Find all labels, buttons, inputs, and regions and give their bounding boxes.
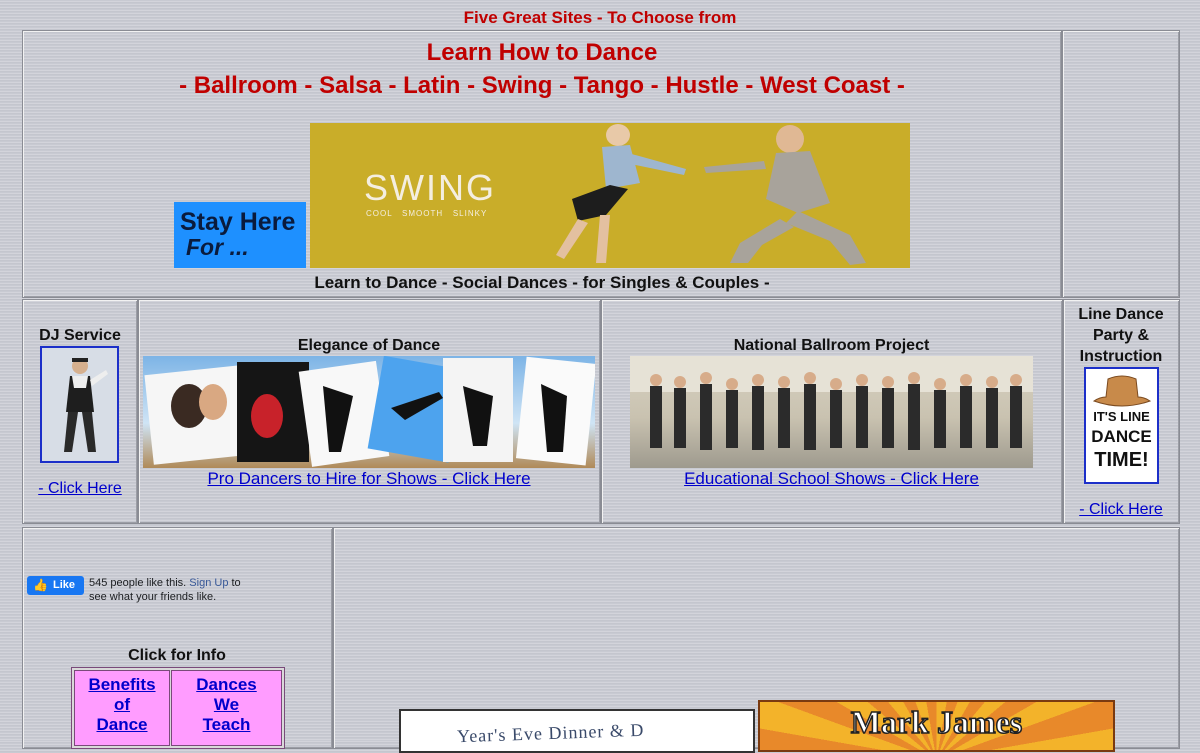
info-heading: Click for Info	[128, 647, 226, 664]
info-box-dances[interactable]: Dances We Teach	[171, 670, 282, 746]
dj-click-here-link[interactable]: - Click Here	[22, 480, 138, 498]
thumbs-up-icon: 👍	[33, 578, 48, 592]
benefits-link-line1[interactable]: Benefits	[75, 675, 169, 695]
national-title: National Ballroom Project	[733, 337, 930, 354]
stay-here-image[interactable]: Stay Here For ...	[174, 202, 306, 268]
new-years-eve-text: Year's Eve Dinner & D	[456, 719, 645, 747]
new-years-eve-image[interactable]: Year's Eve Dinner & D	[399, 709, 755, 753]
stay-here-line2: For ...	[186, 234, 249, 260]
line-dance-title-line1: Line Dance	[1078, 306, 1164, 323]
line-dance-sign-line3: TIME!	[1094, 449, 1149, 471]
benefits-link-line2[interactable]: of	[75, 695, 169, 715]
line-dance-sign-line1: IT'S LINE	[1093, 409, 1150, 424]
facebook-like-button[interactable]: 👍 Like	[27, 576, 84, 595]
national-group-photo[interactable]	[630, 356, 1033, 468]
line-dance-click-here-link[interactable]: - Click Here	[1063, 501, 1179, 519]
elegance-pro-dancers-link[interactable]: Pro Dancers to Hire for Shows - Click He…	[138, 469, 600, 489]
info-box-benefits[interactable]: Benefits of Dance	[74, 670, 170, 746]
hero-styles-line: - Ballroom - Salsa - Latin - Swing - Tan…	[179, 72, 905, 99]
facebook-signup-link[interactable]: Sign Up	[189, 577, 228, 589]
mark-james-text: Mark James	[850, 703, 1023, 741]
dances-link-line1[interactable]: Dances	[172, 675, 281, 695]
mark-james-image[interactable]: Mark James	[758, 700, 1115, 752]
dances-link-line2[interactable]: We	[172, 695, 281, 715]
dj-photo[interactable]	[40, 346, 119, 463]
national-school-shows-link[interactable]: Educational School Shows - Click Here	[601, 469, 1062, 489]
hero-subtitle: Learn to Dance - Social Dances - for Sin…	[314, 273, 770, 292]
dances-link-line3[interactable]: Teach	[172, 715, 281, 735]
benefits-link-line3[interactable]: Dance	[75, 715, 169, 735]
facebook-like-count: 545 people like this.	[89, 577, 187, 589]
dj-title: DJ Service	[39, 327, 121, 344]
stay-here-line1: Stay Here	[180, 208, 296, 236]
dj-figure-illustration	[42, 348, 117, 461]
line-dance-title-line2: Party &	[1092, 327, 1150, 344]
top-banner: Five Great Sites - To Choose from	[463, 8, 737, 27]
elegance-title: Elegance of Dance	[297, 337, 441, 354]
facebook-like-text: 545 people like this. Sign Up to see wha…	[89, 576, 249, 604]
elegance-collage-image[interactable]	[143, 356, 595, 468]
national-group-illustration	[630, 356, 1033, 450]
swing-dancers-illustration	[556, 124, 866, 265]
hero-title: Learn How to Dance	[426, 39, 658, 66]
hero-right-panel	[1062, 30, 1180, 298]
line-dance-sign-line2: DANCE	[1091, 427, 1152, 446]
line-dance-sign-image[interactable]: IT'S LINE DANCE TIME!	[1084, 367, 1159, 484]
line-dance-title-line3: Instruction	[1079, 348, 1163, 365]
elegance-collage-illustration	[144, 356, 595, 467]
facebook-like-label: Like	[53, 579, 76, 591]
cowboy-hat-icon	[1092, 375, 1152, 407]
swing-banner-image[interactable]: SWING COOL SMOOTH SLINKY	[310, 123, 910, 268]
